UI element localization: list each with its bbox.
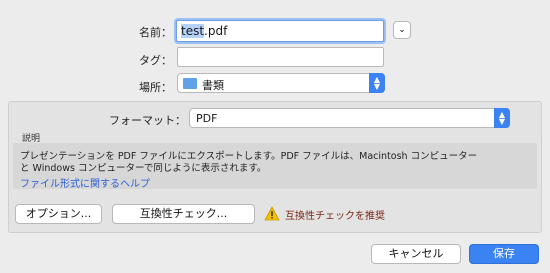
where-value: 書類	[202, 79, 224, 92]
popup-arrows-icon: ▲ ▼	[369, 73, 385, 93]
folder-icon	[183, 78, 197, 89]
save-as-label: 名前：	[139, 26, 172, 39]
save-as-input[interactable]: test.pdf	[176, 20, 384, 42]
chevron-down-icon: ⌄	[398, 25, 406, 35]
expand-dialog-button[interactable]: ⌄	[393, 21, 411, 39]
tags-label: タグ：	[139, 54, 172, 67]
format-popup[interactable]: PDF ▲ ▼	[189, 108, 510, 128]
warning-icon	[264, 206, 280, 221]
options-button[interactable]: オプション...	[15, 204, 102, 224]
format-label: フォーマット：	[109, 114, 186, 127]
cancel-button[interactable]: キャンセル	[371, 244, 461, 264]
where-popup[interactable]: 書類 ▲ ▼	[177, 73, 385, 93]
save-as-rest-text: .pdf	[204, 24, 228, 38]
where-label: 場所：	[139, 81, 172, 94]
save-button[interactable]: 保存	[469, 244, 539, 264]
compatibility-check-button[interactable]: 互換性チェック...	[112, 204, 255, 224]
save-as-selected-text: test	[181, 24, 205, 38]
popup-arrows-icon: ▲ ▼	[494, 108, 510, 128]
format-value: PDF	[196, 112, 218, 125]
description-line-2: と Windows コンピューターで同じように表示されます。	[20, 163, 267, 174]
tags-input[interactable]	[177, 47, 384, 67]
compatibility-warning-text: 互換性チェックを推奨	[285, 211, 385, 222]
format-help-link[interactable]: ファイル形式に関するヘルプ	[20, 175, 150, 190]
